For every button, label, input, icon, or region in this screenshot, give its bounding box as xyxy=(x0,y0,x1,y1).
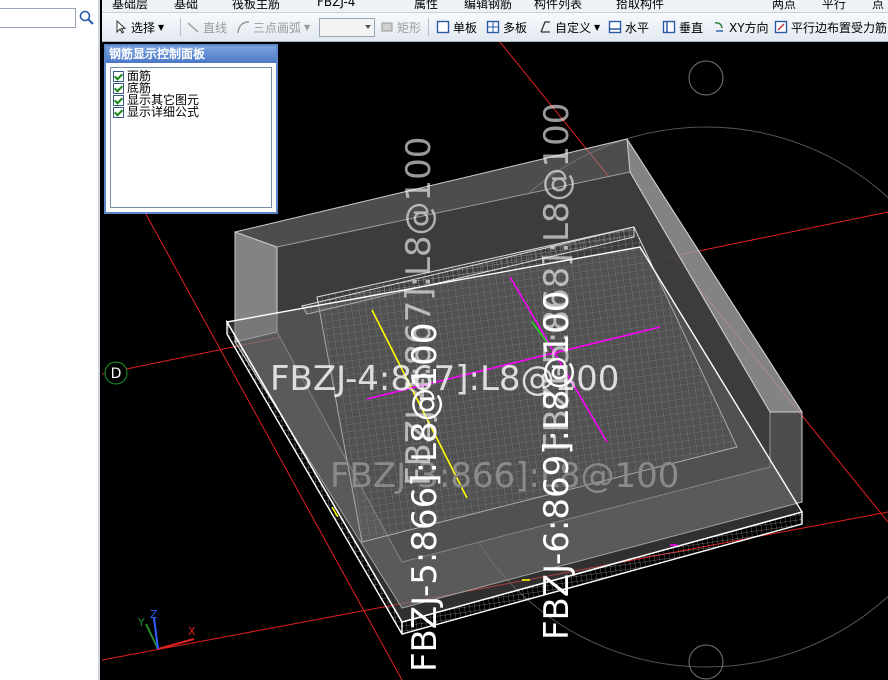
rebar-label-bottom-vertical-left: FBZJ-5:866]:L8@100 xyxy=(405,323,445,672)
parallel-button[interactable]: 平行 xyxy=(822,0,846,12)
component-type-select[interactable]: 筏板主筋 xyxy=(232,0,280,12)
parallel-edge-label: 平行边布置受力筋 xyxy=(791,20,888,35)
select-button[interactable]: 选择 ▼ xyxy=(114,18,164,36)
left-pane xyxy=(0,0,100,680)
search-icon[interactable] xyxy=(78,9,96,27)
rebar-label-bottom-vertical-right: FBZJ-6:869]:L8@100 xyxy=(537,291,577,640)
horizontal-label: 水平 xyxy=(625,20,650,35)
vertical-icon xyxy=(662,20,676,34)
panel-title[interactable]: 钢筋显示控制面板 xyxy=(106,46,276,63)
horizontal-button[interactable]: 水平 xyxy=(608,18,649,36)
rect-button[interactable]: 矩形 xyxy=(380,18,421,36)
draw-toolbar: 选择 ▼ 直线 三点画弧 ▼ 矩形 单板 多板 自定义 ▼ 水平 垂直 XY方向 xyxy=(102,13,888,42)
line-icon xyxy=(187,22,199,33)
single-slab-icon xyxy=(436,20,450,34)
axis-marker-label: D xyxy=(111,366,122,382)
custom-label: 自定义 xyxy=(555,20,592,35)
point-button[interactable]: 点 xyxy=(872,0,884,12)
checkbox-icon[interactable] xyxy=(113,70,124,82)
separator xyxy=(428,18,429,36)
component-select[interactable]: FBZJ-4 xyxy=(317,0,355,9)
select-dropdown-icon[interactable]: ▼ xyxy=(158,23,164,32)
xy-direction-label: XY方向 xyxy=(729,20,769,35)
arc-param-combo[interactable] xyxy=(319,18,375,37)
floor-select[interactable]: 基础层 xyxy=(112,0,148,12)
rebar-display-panel: 钢筋显示控制面板 面筋 底筋 显示其它图元 显示详细公式 xyxy=(104,44,278,214)
xy-direction-icon xyxy=(714,22,723,32)
chevron-down-icon xyxy=(365,25,371,29)
single-slab-button[interactable]: 单板 xyxy=(436,18,477,36)
axis-x-label: X xyxy=(188,625,196,638)
component-toolbar: 基础层 基础 筏板主筋 FBZJ-4 属性 编辑钢筋 构件列表 拾取构件 两点 … xyxy=(102,0,888,13)
rect-icon xyxy=(381,22,393,32)
separator xyxy=(180,18,181,36)
category-select[interactable]: 基础 xyxy=(174,0,198,12)
multi-slab-icon xyxy=(486,20,500,34)
axis-y-label: Y xyxy=(137,616,145,629)
multi-slab-label: 多板 xyxy=(503,20,528,35)
arc-dropdown-icon[interactable]: ▼ xyxy=(304,23,310,32)
axis-marker-d[interactable]: D xyxy=(104,361,128,385)
custom-icon xyxy=(540,21,550,33)
checkbox-icon[interactable] xyxy=(113,82,124,94)
arc-icon xyxy=(237,21,250,34)
select-label: 选择 xyxy=(131,20,156,35)
checkbox-icon[interactable] xyxy=(113,94,124,106)
line-label: 直线 xyxy=(203,20,228,35)
vertical-button[interactable]: 垂直 xyxy=(662,18,703,36)
single-slab-label: 单板 xyxy=(453,20,478,35)
custom-dropdown-icon[interactable]: ▼ xyxy=(594,23,600,32)
rect-label: 矩形 xyxy=(397,20,422,35)
panel-checklist: 面筋 底筋 显示其它图元 显示详细公式 xyxy=(110,67,272,208)
properties-button[interactable]: 属性 xyxy=(414,0,438,12)
three-point-arc-button[interactable]: 三点画弧 ▼ xyxy=(236,18,310,36)
multi-slab-button[interactable]: 多板 xyxy=(486,18,527,36)
horizontal-icon xyxy=(608,20,622,34)
xy-direction-button[interactable]: XY方向 xyxy=(712,18,769,36)
parallel-edge-icon xyxy=(774,20,788,34)
axis-z-label: Z xyxy=(150,608,158,621)
checkbox-label: 显示详细公式 xyxy=(127,105,200,119)
two-points-button[interactable]: 两点 xyxy=(772,0,796,12)
checkbox-detailed-formula[interactable]: 显示详细公式 xyxy=(111,106,271,118)
parallel-edge-button[interactable]: 平行边布置受力筋 xyxy=(774,18,887,36)
cursor-icon xyxy=(116,20,127,34)
custom-button[interactable]: 自定义 ▼ xyxy=(538,18,600,36)
line-button[interactable]: 直线 xyxy=(186,18,227,36)
search-input[interactable] xyxy=(0,8,76,28)
pick-component-button[interactable]: 拾取构件 xyxy=(616,0,664,12)
arc-label: 三点画弧 xyxy=(253,20,302,35)
component-list-button[interactable]: 构件列表 xyxy=(534,0,582,12)
axis-gizmo: X Y Z xyxy=(137,608,196,650)
edit-rebar-button[interactable]: 编辑钢筋 xyxy=(464,0,512,12)
vertical-label: 垂直 xyxy=(679,20,704,35)
checkbox-icon[interactable] xyxy=(113,106,124,118)
rebar-label-bottom-horizontal: FBZJ-3:866]:L8@100 xyxy=(330,456,679,496)
